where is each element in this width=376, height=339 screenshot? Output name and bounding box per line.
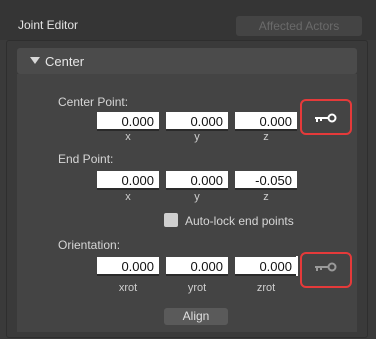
align-button[interactable]: Align — [164, 308, 228, 325]
auto-lock-checkbox[interactable] — [164, 213, 178, 227]
end-x-sublabel: x — [125, 191, 131, 203]
collapse-triangle-icon[interactable] — [30, 57, 40, 64]
center-y-field[interactable]: 0.000 — [166, 112, 228, 131]
orientation-label: Orientation: — [58, 238, 121, 252]
center-z-field[interactable]: 0.000 — [235, 112, 297, 131]
center-x-field[interactable]: 0.000 — [97, 112, 159, 131]
orientation-yrot-field[interactable]: 0.000 — [166, 257, 228, 276]
end-z-field[interactable]: -0.050 — [235, 171, 297, 190]
center-x-sublabel: x — [125, 131, 131, 143]
end-point-label: End Point: — [58, 152, 114, 166]
panel-title: Joint Editor — [18, 18, 79, 32]
end-z-sublabel: z — [263, 191, 269, 203]
affected-actors-button[interactable]: Affected Actors — [236, 16, 362, 36]
key-icon[interactable] — [314, 113, 338, 123]
key-icon[interactable] — [314, 262, 338, 272]
auto-lock-label: Auto-lock end points — [185, 214, 294, 228]
section-label: Center — [45, 54, 85, 69]
field-divider — [296, 256, 298, 276]
end-y-field[interactable]: 0.000 — [166, 171, 228, 190]
orientation-xrot-field[interactable]: 0.000 — [97, 257, 159, 276]
center-y-sublabel: y — [194, 131, 200, 143]
zrot-sublabel: zrot — [256, 282, 276, 294]
center-z-sublabel: z — [263, 131, 269, 143]
joint-editor-panel: Joint Editor Affected Actors Center Cent… — [0, 0, 376, 339]
end-x-field[interactable]: 0.000 — [97, 171, 159, 190]
center-point-label: Center Point: — [58, 95, 129, 109]
orientation-zrot-field[interactable]: 0.000 — [235, 257, 297, 276]
xrot-sublabel: xrot — [118, 282, 138, 294]
end-y-sublabel: y — [194, 191, 200, 203]
panel-header: Joint Editor Affected Actors — [0, 0, 376, 40]
yrot-sublabel: yrot — [187, 282, 207, 294]
